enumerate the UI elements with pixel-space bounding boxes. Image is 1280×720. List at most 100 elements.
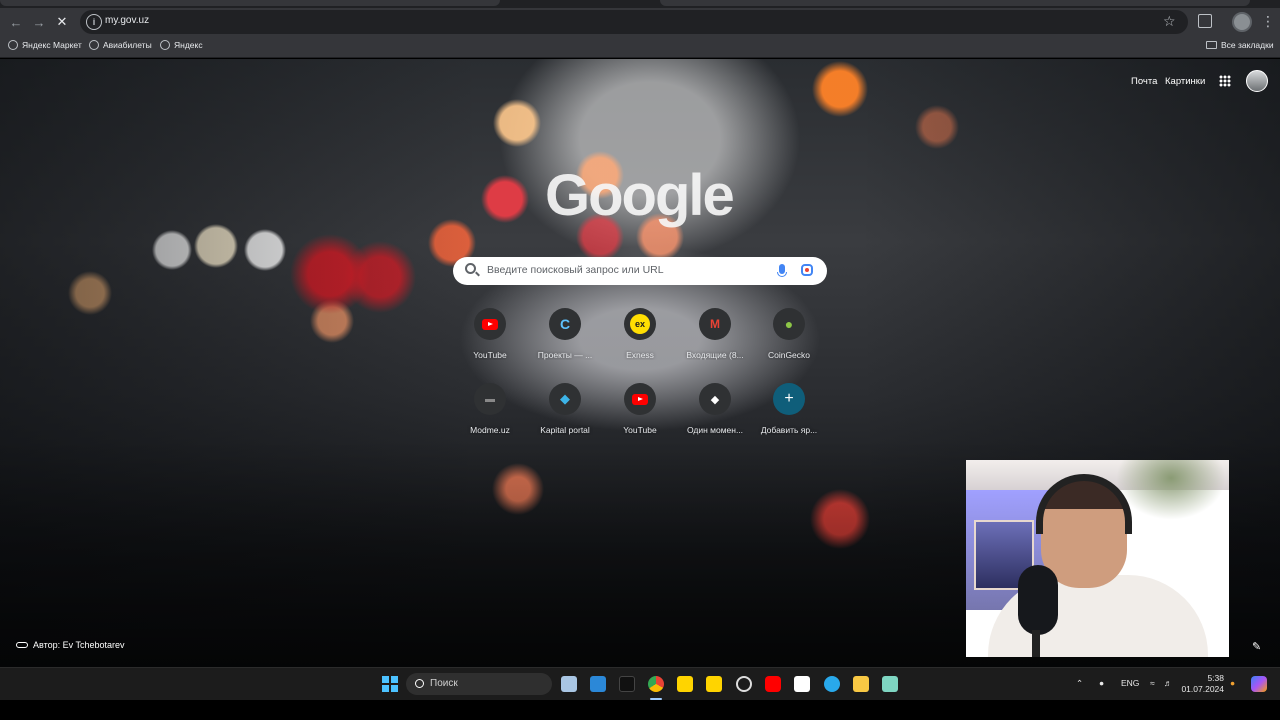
shortcut-label: YouTube [623,425,657,435]
webcam-microphone [1018,565,1058,635]
copilot-icon[interactable] [1251,676,1267,692]
notepad-icon[interactable] [882,676,898,692]
language-indicator[interactable]: ENG [1121,678,1139,688]
google-apps-icon[interactable] [1219,75,1231,87]
clock-app-icon[interactable] [736,676,752,692]
youtube-icon [474,308,506,340]
bookmark-label: Яндекс Маркет [22,40,82,50]
windows-start-icon[interactable] [382,676,398,692]
taskbar-search-label: Поиск [430,678,458,689]
shortcut-label: Входящие (8... [686,350,744,360]
file-explorer-icon[interactable] [853,676,869,692]
gmail-icon: M [699,308,731,340]
address-bar[interactable]: i my.gov.uz [80,10,1188,34]
globe-icon [8,40,18,50]
kapital-icon: ◆ [549,383,581,415]
yellow-app-icon[interactable] [706,676,722,692]
exness-glyph: ex [630,314,650,334]
tab-left[interactable] [0,0,500,6]
shortcut-tile[interactable]: YouTube [608,383,672,447]
google-logo: Google [545,163,735,228]
shortcut-label: Добавить яр... [760,425,818,435]
volume-icon[interactable]: ♬ [1164,678,1173,688]
shortcut-label: Exness [626,350,654,360]
folder-icon [1206,41,1217,49]
globe-icon [160,40,170,50]
webcam-plant [1116,460,1226,520]
capcut-icon[interactable] [794,676,810,692]
search-placeholder[interactable]: Введите поисковый запрос или URL [487,264,664,276]
shortcut-tile[interactable]: M Входящие (8... [683,308,747,372]
globe-icon [89,40,99,50]
bookmarks-bar: Яндекс Маркет Авиабилеты Яндекс Все закл… [0,36,1280,58]
shortcut-tile[interactable]: ● CoinGecko [757,308,821,372]
modme-icon: ▬ [474,383,506,415]
all-bookmarks-button[interactable]: Все закладки [1206,40,1274,50]
webcam-mic-stand [1032,630,1040,657]
all-bookmarks-label: Все закладки [1221,40,1274,50]
notification-bell-icon[interactable]: ● [1230,678,1235,688]
link-icon [16,642,28,648]
bookmark-item[interactable]: Яндекс [160,40,203,50]
search-icon [465,263,476,274]
shortcut-tile[interactable]: ◆ Kapital portal [533,383,597,447]
background-author-link[interactable]: Автор: Ev Tchebotarev [16,640,125,650]
search-icon [415,679,424,688]
bookmark-item[interactable]: Авиабилеты [89,40,152,50]
calculator-icon[interactable] [561,676,577,692]
taskbar-clock[interactable]: 5:38 01.07.2024 [1180,673,1224,695]
telegram-icon[interactable] [824,676,840,692]
shortcut-label: CoinGecko [767,350,811,360]
c-app-icon: C [549,308,581,340]
stop-loading-icon[interactable]: ✕ [52,12,72,32]
shortcut-tile[interactable]: YouTube [458,308,522,372]
browser-menu-icon[interactable]: ⋮ [1261,13,1275,30]
windows-taskbar: Поиск ⌃ ● ENG ≈ ♬ 5:38 01.07.2024 ● [0,667,1280,700]
exness-icon: ex [624,308,656,340]
shortcut-tile[interactable]: ◆ Один момен... [683,383,747,447]
microphone-icon[interactable]: ● [1099,678,1104,688]
search-box[interactable]: Введите поисковый запрос или URL [453,257,827,285]
address-url[interactable]: my.gov.uz [105,15,149,26]
bookmark-star-icon[interactable]: ☆ [1163,13,1176,30]
bottom-letterbox [0,700,1280,720]
tab-strip [0,0,1280,8]
shortcut-tile[interactable]: C Проекты — ... [533,308,597,372]
bookmark-item[interactable]: Яндекс Маркет [8,40,82,50]
chevron-up-icon[interactable]: ⌃ [1076,678,1083,689]
images-link[interactable]: Картинки [1165,76,1205,87]
bookmark-label: Яндекс [174,40,203,50]
plus-icon: + [773,383,805,415]
tab-right[interactable] [660,0,1250,6]
youtube-icon [624,383,656,415]
shortcut-label: Kapital portal [540,425,590,435]
shortcut-tile[interactable]: ex Exness [608,308,672,372]
site-info-icon[interactable]: i [86,14,102,30]
customize-pencil-icon[interactable]: ✎ [1252,640,1261,653]
back-icon[interactable]: ← [6,12,26,32]
taskbar-search[interactable]: Поиск [406,673,552,695]
voice-search-icon[interactable] [777,264,787,277]
profile-avatar[interactable] [1232,12,1252,32]
wifi-icon[interactable]: ≈ [1150,678,1155,688]
google-lens-icon[interactable] [801,264,813,276]
clock-date: 01.07.2024 [1181,684,1224,694]
bookmark-label: Авиабилеты [103,40,152,50]
youtube-icon[interactable] [765,676,781,692]
mail-icon[interactable] [590,676,606,692]
shortcut-label: Modme.uz [470,425,510,435]
gmail-link[interactable]: Почта [1131,76,1157,87]
tradingview-icon[interactable] [619,676,635,692]
shortcut-label: Один момен... [686,425,744,435]
author-label: Автор: Ev Tchebotarev [33,640,125,650]
shortcut-tile[interactable]: ▬ Modme.uz [458,383,522,447]
extensions-icon[interactable] [1198,14,1212,28]
add-shortcut-tile[interactable]: + Добавить яр... [757,383,821,447]
shortcut-label: Проекты — ... [537,350,593,360]
webcam-overlay [966,460,1229,657]
yellow-app-icon[interactable] [677,676,693,692]
shortcut-label: YouTube [473,350,507,360]
account-avatar[interactable] [1246,70,1268,92]
forward-icon[interactable]: → [29,12,49,32]
chrome-icon[interactable] [648,676,664,692]
